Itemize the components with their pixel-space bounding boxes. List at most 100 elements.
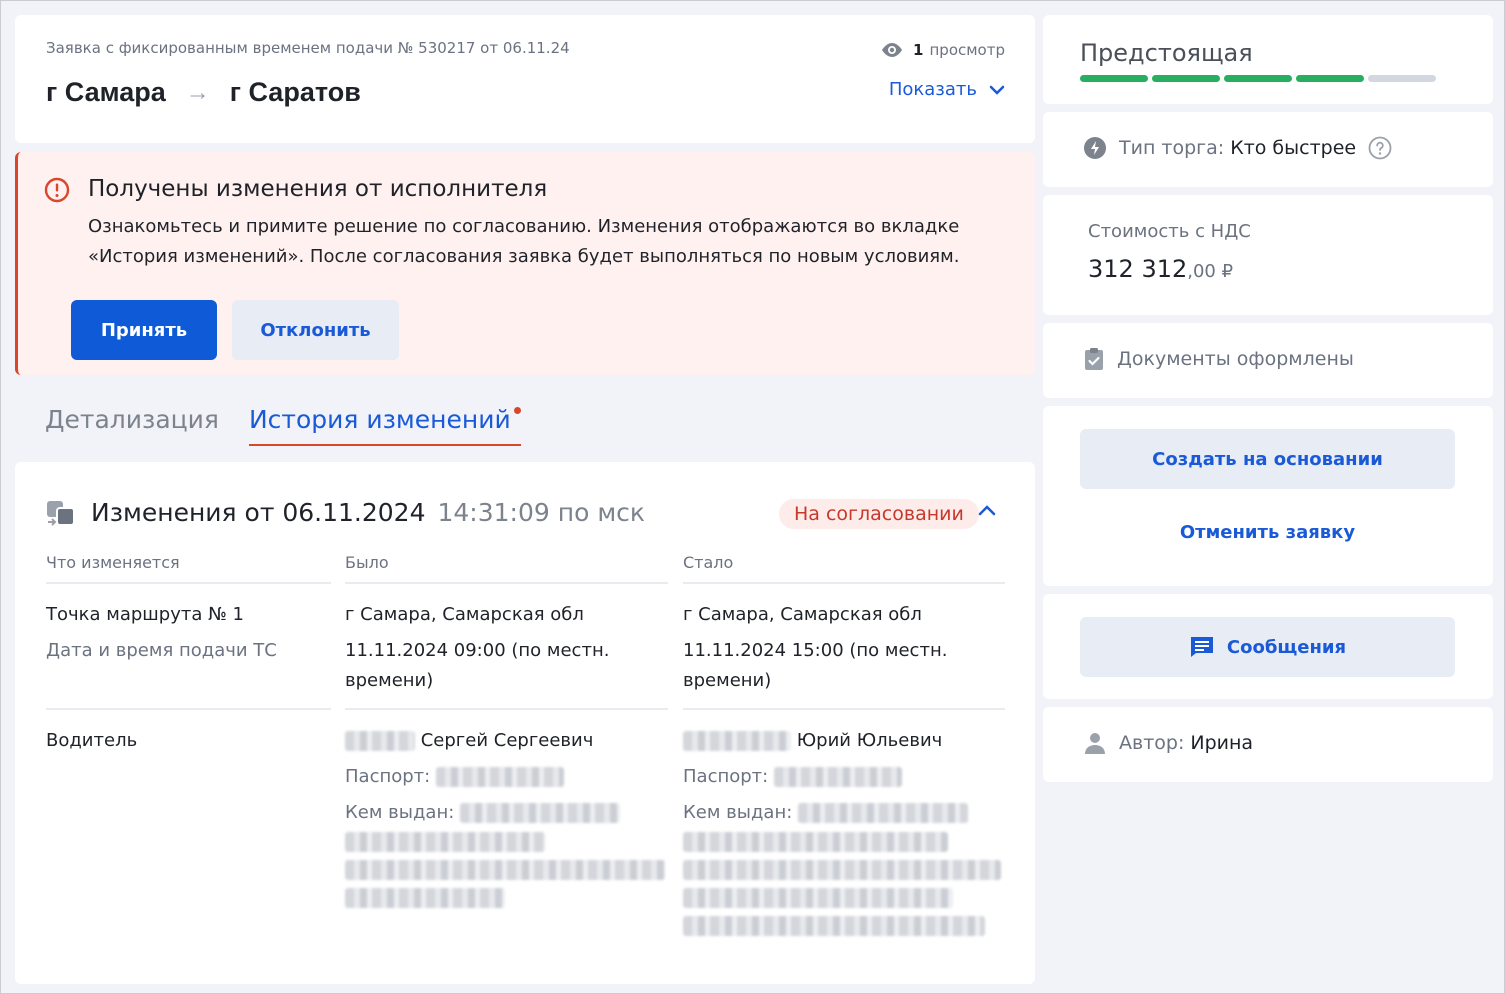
views-label: просмотр — [929, 41, 1005, 59]
progress-segment — [1080, 75, 1148, 82]
column-header-now: Стало — [683, 553, 1005, 584]
redacted-text — [345, 888, 505, 908]
redacted-text — [683, 731, 791, 751]
author: Автор: Ирина — [1083, 731, 1253, 755]
changes-date: Изменения от 06.11.2024 — [91, 498, 426, 527]
column-what: Что изменяется Точка маршрута № 1 Дата и… — [46, 553, 331, 756]
reject-button[interactable]: Отклонить — [232, 300, 399, 360]
issued-label: Кем выдан: — [683, 802, 793, 823]
passport-label: Паспорт: — [345, 766, 431, 787]
cell-what: Водитель — [46, 730, 138, 751]
eye-icon — [882, 43, 903, 57]
tab-details[interactable]: Детализация — [45, 405, 219, 446]
trade-type-label: Тип торга: — [1119, 137, 1225, 159]
price-value: 312 312,00 ₽ — [1088, 255, 1233, 283]
cell-now: г Самара, Самарская обл — [683, 604, 922, 625]
changes-card: Изменения от 06.11.2024 14:31:09 по мск Н… — [15, 462, 1035, 984]
changes-time: 14:31:09 по мск — [437, 498, 646, 527]
order-subtitle: Заявка с фиксированным временем подачи №… — [46, 39, 570, 57]
issued-label: Кем выдан: — [345, 802, 455, 823]
show-label: Показать — [888, 79, 977, 100]
docs-label: Документы оформлены — [1117, 348, 1354, 370]
redacted-text — [683, 832, 948, 852]
cell-now-sub: 11.11.2024 15:00 (по местн. времени) — [683, 640, 948, 691]
changes-alert: Получены изменения от исполнителя Ознако… — [15, 152, 1035, 375]
chevron-down-icon — [989, 85, 1005, 95]
route-to: г Саратов — [229, 77, 361, 107]
table-row: Водитель — [46, 710, 331, 756]
trade-type-card: Тип торга: Кто быстрее — [1043, 112, 1493, 187]
changes-icon — [47, 501, 75, 526]
table-row: Сергей Сергеевич Паспорт: Кем выдан: — [345, 710, 668, 912]
tabs: Детализация История изменений — [45, 405, 567, 446]
alert-circle-icon — [44, 177, 70, 203]
cell-now-passport: Паспорт: — [683, 762, 1005, 792]
redacted-text — [683, 916, 985, 936]
status-badge: На согласовании — [779, 499, 979, 529]
show-toggle[interactable]: Показать — [889, 79, 1005, 100]
trade-type: Тип торга: Кто быстрее — [1083, 136, 1392, 160]
tab-history-label: История изменений — [248, 405, 511, 434]
cancel-order-link[interactable]: Отменить заявку — [1080, 522, 1455, 543]
price-card: Стоимость с НДС 312 312,00 ₽ — [1043, 195, 1493, 315]
actions-card: Создать на основании Отменить заявку — [1043, 406, 1493, 586]
lightning-icon — [1084, 137, 1106, 159]
redacted-text — [773, 767, 902, 787]
cell-now-issued: Кем выдан: — [683, 798, 1005, 940]
route-from: г Самара — [46, 77, 166, 107]
alert-text: Ознакомьтесь и примите решение по соглас… — [88, 216, 960, 267]
table-row: Точка маршрута № 1 Дата и время подачи Т… — [46, 584, 331, 710]
cell-what-sub: Дата и время подачи ТС — [46, 640, 277, 661]
driver-name-was: Сергей Сергеевич — [420, 730, 594, 751]
route-arrow-icon: → — [185, 78, 210, 106]
create-based-on-button[interactable]: Создать на основании — [1080, 429, 1455, 489]
status-card: Предстоящая — [1043, 15, 1493, 104]
column-now: Стало г Самара, Самарская обл 11.11.2024… — [683, 553, 1005, 940]
messages-button[interactable]: Сообщения — [1080, 617, 1455, 677]
column-header-was: Было — [345, 553, 668, 584]
progress-segment — [1296, 75, 1364, 82]
tab-history[interactable]: История изменений — [248, 405, 521, 446]
redacted-text — [683, 860, 1001, 880]
price-label: Стоимость с НДС — [1088, 221, 1251, 242]
price-rub: 312 312 — [1088, 255, 1188, 283]
redacted-text — [345, 832, 545, 852]
cell-was-sub: 11.11.2024 09:00 (по местн. времени) — [345, 640, 610, 691]
cell-was: г Самара, Самарская обл — [345, 604, 584, 625]
author-label: Автор: — [1119, 732, 1185, 754]
progress-segment — [1152, 75, 1220, 82]
table-row: г Самара, Самарская обл 11.11.2024 15:00… — [683, 584, 1005, 710]
cell-was-passport: Паспорт: — [345, 762, 668, 792]
column-was: Было г Самара, Самарская обл 11.11.2024 … — [345, 553, 668, 912]
redacted-text — [345, 860, 665, 880]
author-value: Ирина — [1190, 732, 1254, 754]
driver-name-now: Юрий Юльевич — [796, 730, 943, 751]
chevron-up-icon[interactable] — [978, 504, 996, 516]
clipboard-check-icon — [1085, 348, 1103, 370]
table-row: Юрий Юльевич Паспорт: Кем выдан: — [683, 710, 1005, 940]
trade-type-value: Кто быстрее — [1230, 137, 1357, 159]
cell-what: Точка маршрута № 1 — [46, 604, 244, 625]
status-progress — [1080, 75, 1440, 82]
progress-segment — [1224, 75, 1292, 82]
help-icon[interactable] — [1368, 136, 1392, 160]
message-icon — [1190, 637, 1213, 657]
route: г Самара → г Саратов — [46, 77, 361, 108]
views-count: 1 — [913, 41, 924, 59]
redacted-text — [798, 803, 969, 823]
docs-status: Документы оформлены — [1083, 347, 1354, 371]
messages-label: Сообщения — [1226, 636, 1347, 658]
views-counter: 1 просмотр — [879, 41, 1005, 59]
redacted-text — [435, 767, 564, 787]
accept-button[interactable]: Принять — [71, 300, 217, 360]
redacted-text — [460, 803, 621, 823]
cell-was-issued: Кем выдан: — [345, 798, 668, 912]
progress-segment — [1368, 75, 1436, 82]
passport-label: Паспорт: — [683, 766, 769, 787]
docs-card: Документы оформлены — [1043, 323, 1493, 398]
unread-dot — [513, 407, 521, 414]
redacted-text — [683, 888, 953, 908]
order-status: Предстоящая — [1080, 39, 1253, 67]
redacted-text — [345, 731, 415, 751]
cell-was-driver: Сергей Сергеевич — [345, 726, 668, 756]
